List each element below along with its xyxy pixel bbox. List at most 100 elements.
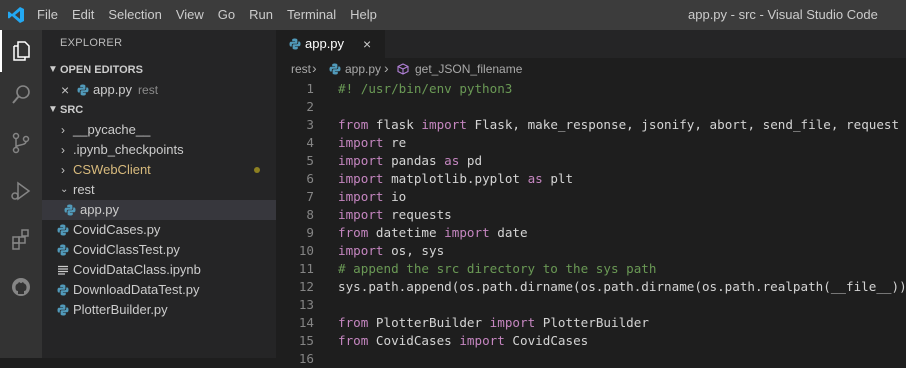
code-line: 15 from CovidCases import CovidCases [276, 332, 906, 350]
search-activity-button[interactable] [0, 74, 42, 116]
tree-item-folder[interactable]: › .ipynb_checkpoints [42, 140, 276, 160]
src-folder-header[interactable]: ▼ SRC [42, 100, 276, 120]
breadcrumb-item[interactable]: get_JSON_filename [415, 58, 522, 80]
run-debug-icon [11, 181, 31, 201]
tree-item-label: __pycache__ [73, 122, 151, 137]
python-file-icon [57, 224, 69, 236]
tree-item-file[interactable]: DownloadDataTest.py [42, 280, 276, 300]
line-number: 11 [298, 261, 314, 276]
tree-item-folder[interactable]: › CSWebClient [42, 160, 276, 180]
tab-app-py[interactable]: app.py × [276, 30, 385, 58]
line-number: 8 [306, 207, 314, 222]
menu-file[interactable]: File [30, 0, 65, 30]
menu-view[interactable]: View [169, 0, 211, 30]
github-icon [12, 278, 30, 296]
menu-help[interactable]: Help [343, 0, 384, 30]
github-activity-button[interactable] [0, 266, 42, 308]
code-line: 2 [276, 98, 906, 116]
run-debug-activity-button[interactable] [0, 170, 42, 212]
tab-close-icon[interactable]: × [363, 30, 371, 58]
line-number: 13 [298, 297, 314, 312]
tree-item-folder[interactable]: ⌄ rest [42, 180, 276, 200]
menu-selection[interactable]: Selection [101, 0, 168, 30]
chevron-down-icon: ▼ [48, 104, 58, 115]
tree-item-label: PlotterBuilder.py [73, 302, 168, 317]
python-file-icon [77, 84, 89, 96]
code-text: import pandas as pd [338, 153, 483, 168]
code-line: 4 import re [276, 134, 906, 152]
close-icon[interactable]: × [61, 80, 71, 100]
open-editor-desc: rest [138, 83, 159, 97]
chevron-right-icon: › [384, 60, 389, 76]
tree-item-label: DownloadDataTest.py [73, 282, 200, 297]
line-number: 5 [306, 153, 314, 168]
open-editor-item[interactable]: × app.py rest [42, 80, 276, 100]
editor-area: app.py × rest › app.py › get_JSON_filena… [276, 30, 906, 366]
files-icon [13, 41, 30, 61]
python-file-icon [57, 304, 69, 316]
code-text: import os, sys [338, 243, 445, 258]
code-line: 12 sys.path.append(os.path.dirname(os.pat… [276, 278, 906, 296]
open-editor-name: app.py [93, 82, 133, 97]
code-text: from PlotterBuilder import PlotterBuilde… [338, 315, 649, 330]
code-text: from CovidCases import CovidCases [338, 333, 589, 348]
code-line: 7 import io [276, 188, 906, 206]
code-line: 14 from PlotterBuilder import PlotterBuil… [276, 314, 906, 332]
extensions-icon [12, 229, 29, 250]
code-text: from flask import Flask, make_response, … [338, 117, 900, 132]
chevron-down-icon: ▼ [48, 64, 58, 75]
code-text: sys.path.append(os.path.dirname(os.path.… [338, 279, 906, 294]
chevron-down-icon: ⌄ [60, 184, 69, 195]
code-line: 10 import os, sys [276, 242, 906, 260]
code-line: 1 #! /usr/bin/env python3 [276, 80, 906, 98]
method-cube-icon [397, 63, 409, 75]
explorer-sidebar: EXPLORER ▼ OPEN EDITORS × app.py rest ▼ S… [42, 30, 276, 358]
code-line: 6 import matplotlib.pyplot as plt [276, 170, 906, 188]
code-line: 9 from datetime import date [276, 224, 906, 242]
tree-item-file[interactable]: CovidCases.py [42, 220, 276, 240]
code-text: # append the src directory to the sys pa… [338, 261, 657, 276]
chevron-right-icon: › [61, 163, 65, 177]
open-editors-header[interactable]: ▼ OPEN EDITORS [42, 60, 276, 80]
chevron-right-icon: › [312, 60, 317, 76]
tree-item-file[interactable]: PlotterBuilder.py [42, 300, 276, 320]
menu-terminal[interactable]: Terminal [280, 0, 343, 30]
code-editor[interactable]: 1 #! /usr/bin/env python3 2 3 from flask imp… [276, 80, 906, 366]
activity-bar [0, 30, 42, 358]
menu-edit[interactable]: Edit [65, 0, 101, 30]
tree-item-label: CSWebClient [73, 162, 151, 177]
python-file-icon [57, 244, 69, 256]
line-number: 3 [306, 117, 314, 132]
modified-dot-icon [254, 167, 260, 173]
tree-item-label: CovidClassTest.py [73, 242, 180, 257]
tree-item-file[interactable]: CovidClassTest.py [42, 240, 276, 260]
tree-item-file[interactable]: app.py [42, 200, 276, 220]
vscode-logo-icon [8, 7, 24, 23]
code-text: #! /usr/bin/env python3 [338, 81, 513, 96]
source-control-activity-button[interactable] [0, 122, 42, 164]
tree-item-label: rest [73, 182, 95, 197]
line-number: 14 [298, 315, 314, 330]
menu-run[interactable]: Run [242, 0, 280, 30]
code-line: 8 import requests [276, 206, 906, 224]
code-text: import requests [338, 207, 452, 222]
line-number: 6 [306, 171, 314, 186]
breadcrumb-item[interactable]: rest [291, 58, 311, 80]
line-number: 16 [298, 351, 314, 366]
extensions-activity-button[interactable] [0, 218, 42, 260]
line-number: 10 [298, 243, 314, 258]
line-number: 9 [306, 225, 314, 240]
explorer-activity-button[interactable] [0, 30, 42, 72]
tab-strip: app.py × [276, 30, 906, 58]
python-file-icon [64, 204, 76, 216]
code-line: 13 [276, 296, 906, 314]
tree-item-folder[interactable]: › __pycache__ [42, 120, 276, 140]
line-number: 1 [306, 81, 314, 96]
tree-item-file[interactable]: CovidDataClass.ipynb [42, 260, 276, 280]
title-bar: File Edit Selection View Go Run Terminal… [0, 0, 906, 30]
code-line: 16 [276, 350, 906, 368]
window-title: app.py - src - Visual Studio Code [688, 7, 878, 22]
menu-go[interactable]: Go [211, 0, 242, 30]
code-text: import re [338, 135, 407, 150]
breadcrumb-item[interactable]: app.py [345, 58, 381, 80]
